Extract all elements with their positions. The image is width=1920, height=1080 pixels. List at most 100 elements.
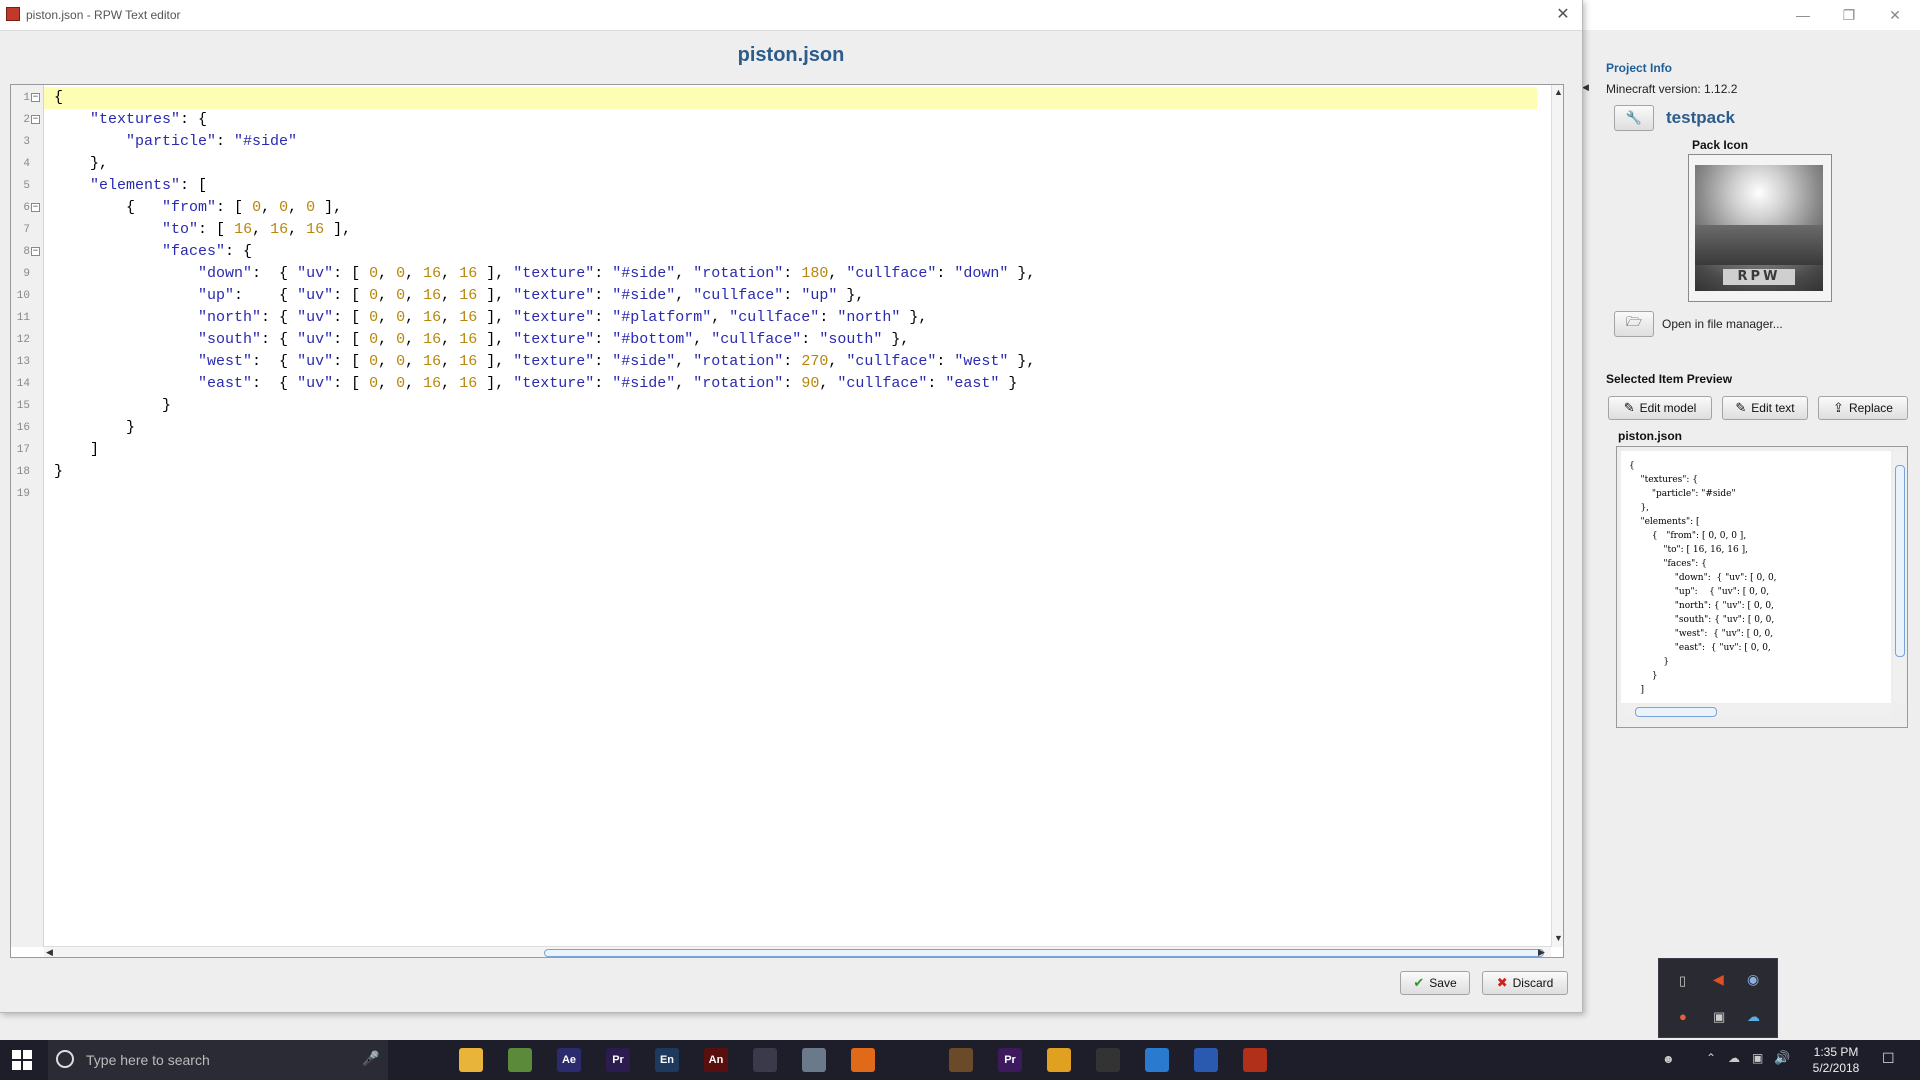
- horizontal-scroll-thumb[interactable]: [544, 949, 1544, 957]
- preview-line: ]: [1629, 685, 1644, 695]
- file-explorer-icon[interactable]: [459, 1048, 483, 1072]
- scroll-up-icon[interactable]: ▲: [1554, 87, 1563, 97]
- scroll-down-icon[interactable]: ▼: [1554, 933, 1563, 943]
- minecraft-icon[interactable]: [508, 1048, 532, 1072]
- open-folder-button[interactable]: 🗁: [1614, 311, 1654, 337]
- code-area[interactable]: { "textures": { "particle": "#side" }, "…: [11, 85, 1551, 947]
- code-line[interactable]: "particle": "#side": [44, 131, 1537, 153]
- preview-vscroll[interactable]: [1893, 451, 1905, 703]
- volume-icon[interactable]: 🔊: [1774, 1050, 1790, 1066]
- monitor-app-icon[interactable]: [900, 1048, 924, 1072]
- editor-file-title: piston.json: [737, 44, 845, 66]
- editor-vertical-scrollbar[interactable]: ▲ ▼: [1551, 85, 1563, 947]
- minecraft-version: Minecraft version: 1.12.2: [1606, 82, 1738, 96]
- onedrive-icon[interactable]: ☁: [1728, 1051, 1740, 1065]
- rpw-app-icon[interactable]: [1243, 1048, 1267, 1072]
- notification-center-icon[interactable]: ☐: [1882, 1050, 1895, 1067]
- dialog-titlebar: piston.json - RPW Text editor ✕: [0, 0, 1582, 31]
- fl-studio-icon[interactable]: [1047, 1048, 1071, 1072]
- preview-line: "west": { "uv": [ 0, 0,: [1629, 629, 1774, 639]
- code-line[interactable]: "north": { "uv": [ 0, 0, 16, 16 ], "text…: [44, 307, 1537, 329]
- tray-chevron-up-icon[interactable]: ⌃: [1706, 1051, 1716, 1065]
- code-line[interactable]: "elements": [: [44, 175, 1537, 197]
- people-icon[interactable]: ☻: [1662, 1052, 1675, 1066]
- microphone-icon[interactable]: 🎤: [362, 1050, 379, 1067]
- speaker-app-icon[interactable]: ◀: [1713, 971, 1724, 988]
- code-line[interactable]: },: [44, 153, 1537, 175]
- restore-icon[interactable]: ❐: [1826, 0, 1872, 30]
- project-info-heading: Project Info: [1606, 61, 1673, 75]
- notepad-app-icon[interactable]: [1194, 1048, 1218, 1072]
- task-view-icon[interactable]: [410, 1048, 434, 1072]
- taskbar: Type here to search 🎤 Ae Pr En An Pr ☻ ⌃ ☁ ▣…: [0, 1040, 1920, 1080]
- preview-line: }: [1629, 671, 1658, 681]
- search-placeholder: Type here to search: [86, 1052, 210, 1068]
- premiere-pro-icon[interactable]: Pr: [606, 1048, 630, 1072]
- network-icon[interactable]: ▣: [1752, 1051, 1763, 1065]
- code-line[interactable]: "to": [ 16, 16, 16 ],: [44, 219, 1537, 241]
- preview-hscroll-thumb[interactable]: [1635, 707, 1717, 717]
- code-line[interactable]: }: [44, 461, 1537, 483]
- close-window-icon[interactable]: ✕: [1872, 0, 1918, 30]
- rpw-app-icon: [6, 7, 20, 21]
- editor-horizontal-scrollbar[interactable]: ◀ ▶: [44, 946, 1551, 957]
- after-effects-icon[interactable]: Ae: [557, 1048, 581, 1072]
- premiere-rush-icon[interactable]: Pr: [998, 1048, 1022, 1072]
- code-line[interactable]: }: [44, 395, 1537, 417]
- preview-line: "down": { "uv": [ 0, 0,: [1629, 573, 1777, 583]
- chat-app-icon[interactable]: [1145, 1048, 1169, 1072]
- tablet-icon[interactable]: ▣: [1713, 1009, 1725, 1025]
- taskbar-search-box[interactable]: Type here to search 🎤: [48, 1040, 388, 1080]
- cloud-app-icon[interactable]: ☁: [1747, 1009, 1760, 1025]
- code-line[interactable]: {: [44, 87, 1537, 109]
- obs-icon[interactable]: [1096, 1048, 1120, 1072]
- minimize-icon[interactable]: —: [1780, 0, 1826, 30]
- edit-pack-button[interactable]: 🔧: [1614, 105, 1654, 131]
- preview-line: "textures": {: [1629, 475, 1699, 485]
- preview-line: }: [1629, 657, 1670, 667]
- code-line[interactable]: "up": { "uv": [ 0, 0, 16, 16 ], "texture…: [44, 285, 1537, 307]
- scroll-left-icon[interactable]: ◀: [46, 947, 53, 957]
- edit-text-button[interactable]: ✎ Edit text: [1722, 396, 1808, 420]
- steam-icon[interactable]: ◉: [1747, 971, 1759, 988]
- code-line[interactable]: "south": { "uv": [ 0, 0, 16, 16 ], "text…: [44, 329, 1537, 351]
- clock-time: 1:35 PM: [1813, 1045, 1859, 1059]
- photo-viewer-icon[interactable]: [802, 1048, 826, 1072]
- code-line[interactable]: [44, 483, 1537, 505]
- taskbar-clock[interactable]: 1:35 PM 5/2/2018: [1800, 1044, 1872, 1076]
- wrench-icon: 🔧: [1625, 110, 1643, 125]
- save-button[interactable]: ✔ Save: [1400, 971, 1470, 995]
- game-app-icon[interactable]: [949, 1048, 973, 1072]
- preview-vscroll-thumb[interactable]: [1895, 465, 1905, 657]
- film-editor-icon[interactable]: [753, 1048, 777, 1072]
- animate-icon[interactable]: An: [704, 1048, 728, 1072]
- usb-icon[interactable]: ▯: [1679, 973, 1686, 989]
- preview-line: "up": { "uv": [ 0, 0,: [1629, 587, 1770, 597]
- code-line[interactable]: "down": { "uv": [ 0, 0, 16, 16 ], "textu…: [44, 263, 1537, 285]
- code-line[interactable]: }: [44, 417, 1537, 439]
- code-editor[interactable]: 1−2−3 4 5 6−7 8−9 10 11 12 13 14 15 16 17 18 19 { "tex…: [10, 84, 1564, 958]
- edit-model-button[interactable]: ✎ Edit model: [1608, 396, 1712, 420]
- replace-button[interactable]: ⇪ Replace: [1818, 396, 1908, 420]
- code-line[interactable]: "east": { "uv": [ 0, 0, 16, 16 ], "textu…: [44, 373, 1537, 395]
- encore-icon[interactable]: En: [655, 1048, 679, 1072]
- edit-model-icon: ✎: [1623, 400, 1635, 415]
- code-line[interactable]: { "from": [ 0, 0, 0 ],: [44, 197, 1537, 219]
- windows-start-icon[interactable]: [12, 1050, 32, 1070]
- dialog-close-icon[interactable]: ✕: [1550, 3, 1576, 27]
- discard-button[interactable]: ✖ Discard: [1482, 971, 1568, 995]
- pack-name: testpack: [1666, 108, 1735, 127]
- preview-line: "south": { "uv": [ 0, 0,: [1629, 615, 1775, 625]
- preview-text-area[interactable]: { "textures": { "particle": "#side" }, "…: [1621, 451, 1891, 703]
- pack-icon-terrain: [1695, 225, 1823, 265]
- code-line[interactable]: "textures": {: [44, 109, 1537, 131]
- scroll-right-icon[interactable]: ▶: [1538, 947, 1545, 957]
- preview-hscroll[interactable]: [1621, 705, 1891, 717]
- code-line[interactable]: "faces": {: [44, 241, 1537, 263]
- dialog-window-title: piston.json - RPW Text editor: [26, 8, 181, 22]
- open-file-manager-link[interactable]: Open in file manager...: [1662, 317, 1783, 331]
- record-app-icon[interactable]: ●: [1679, 1009, 1687, 1024]
- firefox-icon[interactable]: [851, 1048, 875, 1072]
- code-line[interactable]: ]: [44, 439, 1537, 461]
- code-line[interactable]: "west": { "uv": [ 0, 0, 16, 16 ], "textu…: [44, 351, 1537, 373]
